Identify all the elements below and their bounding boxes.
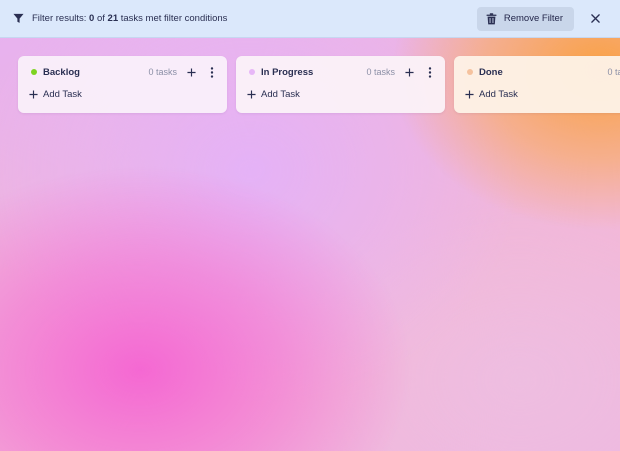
add-task-button[interactable]: Add Task [247, 89, 300, 100]
filter-results-suffix: tasks met filter conditions [120, 13, 228, 24]
column-task-count: 0 tasks [366, 67, 395, 77]
close-icon [590, 14, 600, 23]
status-dot-icon [31, 69, 37, 75]
close-banner-button[interactable] [586, 10, 604, 28]
status-dot-icon [249, 69, 255, 75]
filter-results-text: Filter results: 0 of 21 tasks met filter… [32, 13, 227, 24]
add-task-label: Add Task [261, 89, 300, 100]
column-task-count: 0 tasks [148, 67, 177, 77]
remove-filter-label: Remove Filter [503, 13, 563, 24]
more-options-icon[interactable] [205, 65, 219, 79]
column-header: In Progress 0 tasks [249, 65, 437, 79]
add-task-label: Add Task [479, 89, 518, 100]
column-title: Done [479, 66, 503, 78]
add-task-label: Add Task [43, 89, 82, 100]
kanban-board: Backlog 0 tasks Add Task In Progress 0 t… [18, 56, 620, 113]
filter-results-banner: Filter results: 0 of 21 tasks met filter… [0, 0, 620, 38]
add-task-plus-icon[interactable] [184, 65, 198, 79]
column-header: Backlog 0 tasks [31, 65, 219, 79]
column-title: In Progress [261, 66, 314, 78]
column-task-count: 0 tasks [607, 67, 620, 77]
plus-icon [465, 90, 474, 99]
column-done: Done 0 tasks Add Task [454, 56, 620, 113]
column-in-progress: In Progress 0 tasks Add Task [236, 56, 445, 113]
column-backlog: Backlog 0 tasks Add Task [18, 56, 227, 113]
remove-filter-button[interactable]: Remove Filter [476, 6, 574, 31]
trash-icon [486, 12, 497, 25]
add-task-plus-icon[interactable] [402, 65, 416, 79]
filter-icon [12, 13, 24, 25]
column-header: Done 0 tasks [467, 65, 620, 79]
filter-total-count: 21 [107, 13, 119, 24]
plus-icon [29, 90, 38, 99]
more-options-icon[interactable] [423, 65, 437, 79]
filter-results-prefix: Filter results: [32, 13, 87, 24]
status-dot-icon [467, 69, 473, 75]
plus-icon [247, 90, 256, 99]
filter-matched-count: 0 [89, 13, 95, 24]
column-title: Backlog [43, 66, 80, 78]
add-task-button[interactable]: Add Task [29, 89, 82, 100]
add-task-button[interactable]: Add Task [465, 89, 518, 100]
filter-of-word: of [96, 13, 105, 24]
